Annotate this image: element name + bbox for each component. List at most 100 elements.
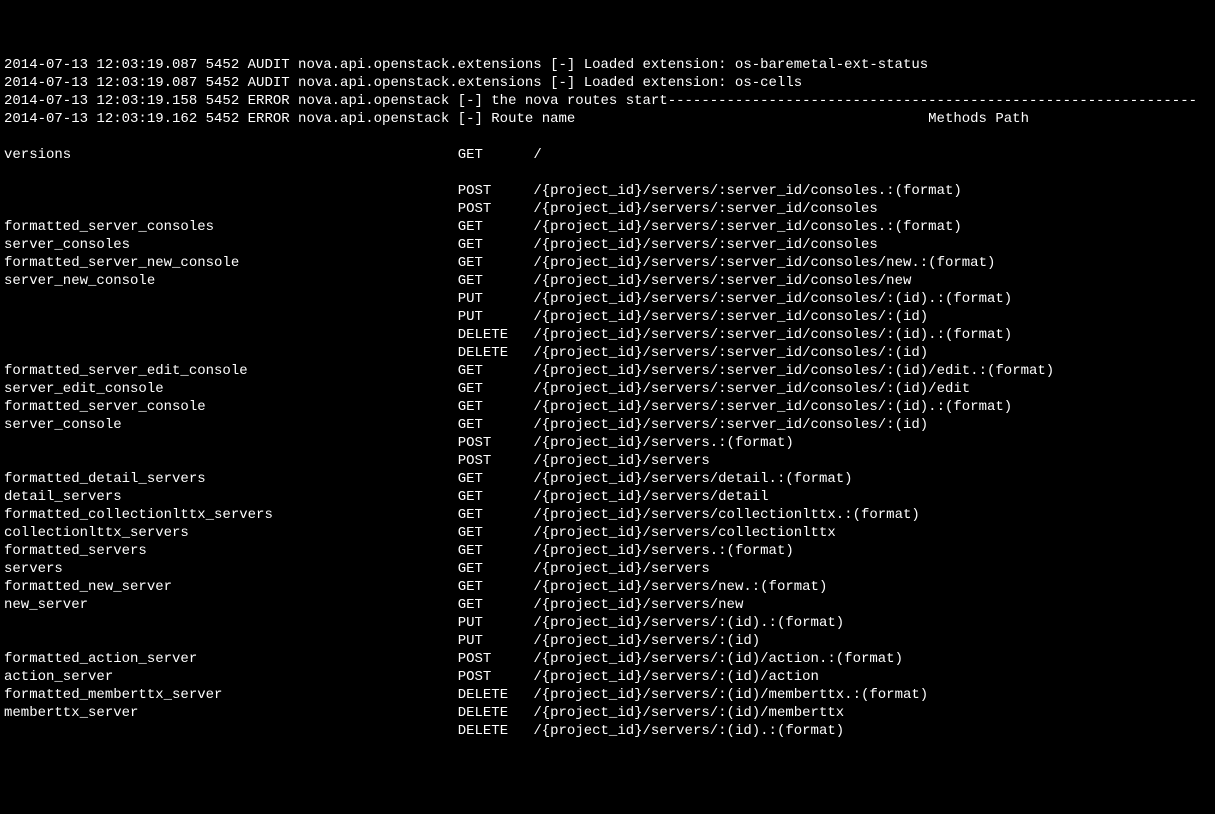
route-path: /{project_id}/servers/:server_id/console… (533, 291, 1012, 307)
route-method: GET (458, 507, 534, 523)
route-name: formatted_server_console (4, 399, 458, 415)
route-path: /{project_id}/servers/collectionlttx.:(f… (533, 507, 919, 523)
route-method: DELETE (458, 345, 534, 361)
route-row: DELETE /{project_id}/servers/:server_id/… (4, 344, 1211, 362)
route-method: GET (458, 219, 534, 235)
route-path: /{project_id}/servers (533, 453, 709, 469)
route-name: formatted_collectionlttx_servers (4, 507, 458, 523)
route-name (4, 633, 458, 649)
route-method (458, 129, 534, 145)
route-row: detail_servers GET /{project_id}/servers… (4, 488, 1211, 506)
route-row: servers GET /{project_id}/servers (4, 560, 1211, 578)
route-name (4, 435, 458, 451)
route-row: formatted_server_consoles GET /{project_… (4, 218, 1211, 236)
route-method: GET (458, 399, 534, 415)
route-row: formatted_memberttx_server DELETE /{proj… (4, 686, 1211, 704)
route-name (4, 309, 458, 325)
log-line: 2014-07-13 12:03:19.162 5452 ERROR nova.… (4, 110, 1211, 128)
route-name (4, 723, 458, 739)
route-name: formatted_new_server (4, 579, 458, 595)
route-name (4, 165, 458, 181)
route-row: formatted_server_new_console GET /{proje… (4, 254, 1211, 272)
route-row: formatted_server_console GET /{project_i… (4, 398, 1211, 416)
route-method: DELETE (458, 723, 534, 739)
route-method: GET (458, 543, 534, 559)
route-method: GET (458, 255, 534, 271)
route-name: versions (4, 147, 458, 163)
route-path: /{project_id}/servers/:(id).:(format) (533, 615, 844, 631)
route-name: formatted_servers (4, 543, 458, 559)
route-name (4, 615, 458, 631)
route-name: formatted_server_consoles (4, 219, 458, 235)
route-row: formatted_collectionlttx_servers GET /{p… (4, 506, 1211, 524)
route-row: formatted_servers GET /{project_id}/serv… (4, 542, 1211, 560)
route-name: action_server (4, 669, 458, 685)
route-method: POST (458, 453, 534, 469)
route-name (4, 129, 458, 145)
route-name: servers (4, 561, 458, 577)
route-path: /{project_id}/servers/:server_id/console… (533, 417, 928, 433)
route-path: /{project_id}/servers/:(id)/action.:(for… (533, 651, 903, 667)
route-method: GET (458, 597, 534, 613)
route-method: GET (458, 417, 534, 433)
route-row: collectionlttx_servers GET /{project_id}… (4, 524, 1211, 542)
route-path: /{project_id}/servers/:server_id/console… (533, 327, 1012, 343)
route-method: PUT (458, 291, 534, 307)
route-row: server_console GET /{project_id}/servers… (4, 416, 1211, 434)
route-path: /{project_id}/servers.:(format) (533, 435, 793, 451)
route-path: /{project_id}/servers (533, 561, 709, 577)
log-line: 2014-07-13 12:03:19.158 5452 ERROR nova.… (4, 92, 1211, 110)
route-name: formatted_memberttx_server (4, 687, 458, 703)
route-path: /{project_id}/servers/:server_id/console… (533, 219, 961, 235)
route-path: /{project_id}/servers/new.:(format) (533, 579, 827, 595)
route-row: POST /{project_id}/servers.:(format) (4, 434, 1211, 452)
route-method: GET (458, 381, 534, 397)
route-method (458, 165, 534, 181)
route-method: GET (458, 579, 534, 595)
route-name: formatted_server_edit_console (4, 363, 458, 379)
log-line: 2014-07-13 12:03:19.087 5452 AUDIT nova.… (4, 56, 1211, 74)
route-name (4, 183, 458, 199)
route-name: memberttx_server (4, 705, 458, 721)
route-method: DELETE (458, 327, 534, 343)
route-path: /{project_id}/servers/:(id).:(format) (533, 723, 844, 739)
route-row: memberttx_server DELETE /{project_id}/se… (4, 704, 1211, 722)
route-method: DELETE (458, 687, 534, 703)
route-path: /{project_id}/servers/:server_id/console… (533, 273, 911, 289)
route-row: POST /{project_id}/servers/:server_id/co… (4, 200, 1211, 218)
route-row: formatted_server_edit_console GET /{proj… (4, 362, 1211, 380)
route-row: PUT /{project_id}/servers/:server_id/con… (4, 290, 1211, 308)
route-path: /{project_id}/servers/:server_id/console… (533, 201, 877, 217)
route-row (4, 128, 1211, 146)
route-name: collectionlttx_servers (4, 525, 458, 541)
route-row: server_new_console GET /{project_id}/ser… (4, 272, 1211, 290)
route-path: /{project_id}/servers/:(id)/action (533, 669, 819, 685)
route-method: GET (458, 237, 534, 253)
route-method: PUT (458, 615, 534, 631)
route-path: /{project_id}/servers/:server_id/console… (533, 309, 928, 325)
route-row: POST /{project_id}/servers (4, 452, 1211, 470)
route-path: /{project_id}/servers/:server_id/console… (533, 345, 928, 361)
route-method: POST (458, 201, 534, 217)
route-path: /{project_id}/servers/detail (533, 489, 768, 505)
route-method: POST (458, 669, 534, 685)
route-row: server_edit_console GET /{project_id}/se… (4, 380, 1211, 398)
route-path: /{project_id}/servers/:server_id/console… (533, 255, 995, 271)
route-method: PUT (458, 633, 534, 649)
terminal-output: 2014-07-13 12:03:19.087 5452 AUDIT nova.… (4, 56, 1211, 740)
route-row: DELETE /{project_id}/servers/:server_id/… (4, 326, 1211, 344)
route-row: POST /{project_id}/servers/:server_id/co… (4, 182, 1211, 200)
route-path: /{project_id}/servers/detail.:(format) (533, 471, 852, 487)
route-name: server_new_console (4, 273, 458, 289)
route-method: GET (458, 561, 534, 577)
route-row: PUT /{project_id}/servers/:(id) (4, 632, 1211, 650)
route-method: GET (458, 489, 534, 505)
route-path: /{project_id}/servers/:server_id/console… (533, 399, 1012, 415)
route-name: server_consoles (4, 237, 458, 253)
route-method: DELETE (458, 705, 534, 721)
route-row: new_server GET /{project_id}/servers/new (4, 596, 1211, 614)
route-path: / (533, 147, 541, 163)
route-name (4, 453, 458, 469)
route-path: /{project_id}/servers/:(id) (533, 633, 760, 649)
log-line: 2014-07-13 12:03:19.087 5452 AUDIT nova.… (4, 74, 1211, 92)
